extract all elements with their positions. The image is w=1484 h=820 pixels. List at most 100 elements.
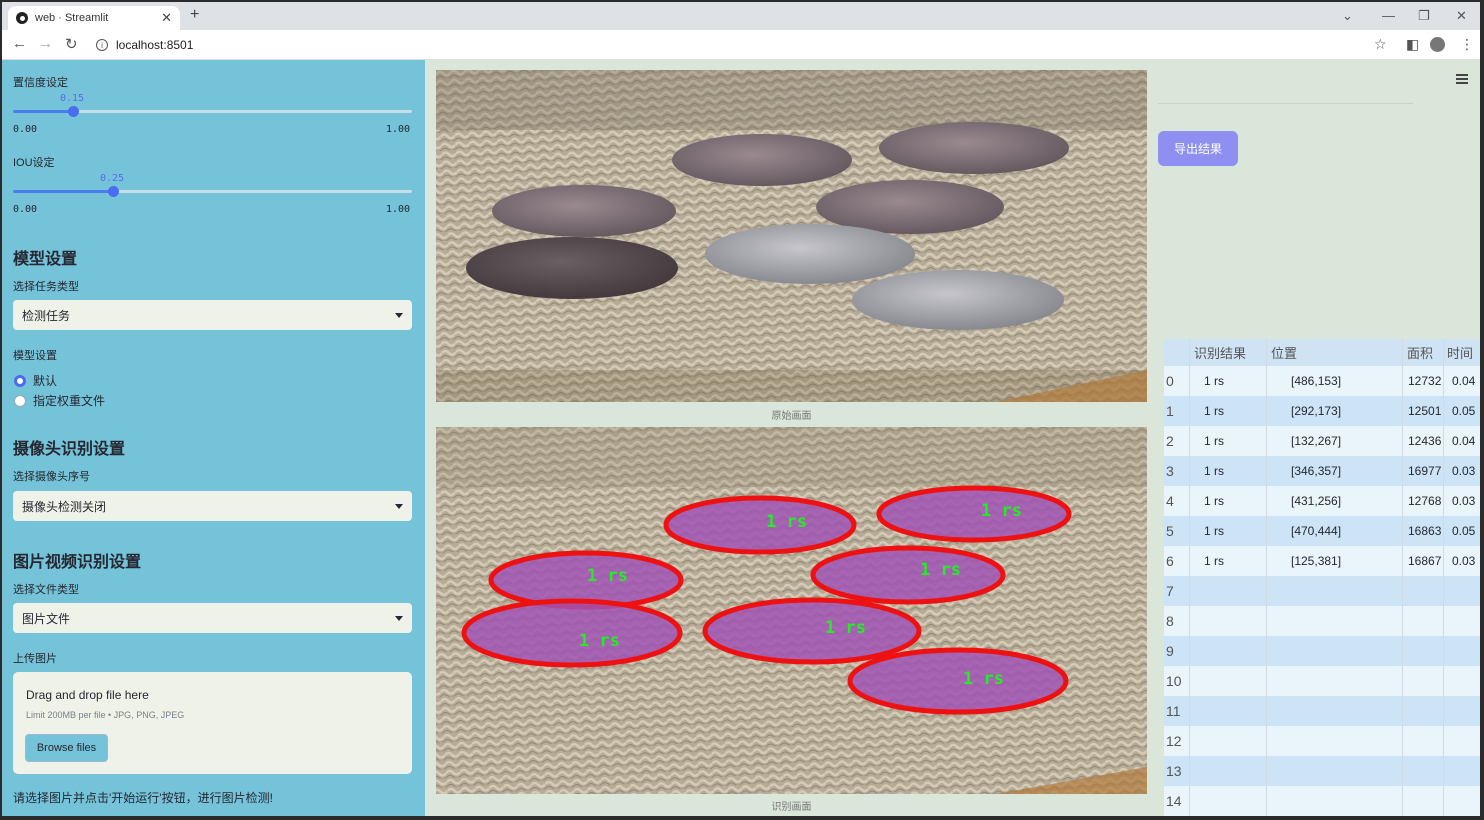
table-row[interactable]: 12 [1164, 726, 1480, 756]
detection-label: 1 rs [825, 618, 866, 638]
table-row[interactable]: 11 [1164, 696, 1480, 726]
table-row[interactable]: 7 [1164, 576, 1480, 606]
row-index: 12 [1166, 733, 1182, 749]
table-row[interactable]: 9 [1164, 636, 1480, 666]
table-row[interactable]: 2 1 rs [132,267] 12436 0.04 [1164, 426, 1480, 456]
cell-result: 1 rs [1204, 374, 1225, 388]
confidence-label: 置信度设定 [13, 77, 68, 89]
bookmark-star-icon[interactable]: ☆ [1374, 36, 1387, 53]
iou-slider-fill [13, 190, 113, 193]
radio-custom-label: 指定权重文件 [33, 394, 106, 408]
row-index: 13 [1166, 763, 1182, 779]
detection-box [810, 545, 1006, 605]
chevron-down-icon [395, 503, 403, 509]
tab-search-icon[interactable]: ⌄ [1342, 8, 1353, 24]
table-row[interactable]: 4 1 rs [431,256] 12768 0.03 [1164, 486, 1480, 516]
task-type-label: 选择任务类型 [13, 281, 79, 293]
table-row[interactable]: 10 [1164, 666, 1480, 696]
table-row[interactable]: 0 1 rs [486,153] 12732 0.04 [1164, 366, 1480, 396]
browser-menu-icon[interactable]: ⋮ [1460, 36, 1474, 53]
restore-icon[interactable]: ❐ [1418, 8, 1430, 24]
forward-icon[interactable]: → [38, 35, 53, 52]
minimize-icon[interactable]: — [1382, 8, 1395, 23]
header-area[interactable]: 面积 [1407, 339, 1433, 366]
confidence-slider[interactable] [13, 106, 412, 117]
camera-value: 摄像头检测关闭 [22, 499, 107, 514]
detection-box [876, 485, 1072, 543]
table-row[interactable]: 5 1 rs [470,444] 16863 0.05 [1164, 516, 1480, 546]
original-image-svg [436, 70, 1147, 402]
iou-value: 0.25 [100, 173, 125, 184]
divider [1158, 103, 1413, 104]
confidence-min: 0.00 [13, 124, 38, 135]
radio-default[interactable]: 默认 [14, 372, 57, 389]
back-icon[interactable]: ← [12, 35, 27, 52]
cell-area: 16977 [1408, 464, 1442, 478]
table-row[interactable]: 14 [1164, 786, 1480, 816]
detection-box [461, 598, 683, 668]
chevron-down-icon [395, 615, 403, 621]
hamburger-menu-icon[interactable] [1456, 74, 1468, 86]
radio-custom-weights[interactable]: 指定权重文件 [14, 392, 105, 409]
column-divider [1189, 339, 1190, 816]
results-table[interactable]: 识别结果 位置 面积 时间 01 rs [486,153] 12732 0.04 1 1 … [1164, 339, 1480, 816]
iou-label: IOU设定 [13, 157, 55, 169]
result-image: 1 rs 1 rs 1 rs 1 rs 1 rs 1 rs 1 rs [436, 427, 1147, 794]
table-header: 识别结果 位置 面积 时间 [1164, 339, 1480, 366]
confidence-value: 0.15 [60, 93, 85, 104]
file-type-select[interactable]: 图片文件 [13, 603, 412, 633]
row-index: 14 [1166, 793, 1182, 809]
side-panel-icon[interactable]: ◧ [1406, 36, 1419, 53]
close-tab-icon[interactable]: ✕ [161, 10, 172, 26]
confidence-slider-thumb[interactable] [68, 106, 79, 117]
task-type-value: 检测任务 [22, 308, 71, 323]
table-row[interactable]: 1 1 rs [292,173] 12501 0.05 [1164, 396, 1480, 426]
upload-label: 上传图片 [13, 653, 57, 665]
cell-result: 1 rs [1204, 494, 1225, 508]
row-index: 8 [1166, 613, 1174, 629]
result-image-svg: 1 rs 1 rs 1 rs 1 rs 1 rs 1 rs 1 rs [436, 427, 1147, 794]
cell-time: 0.05 [1452, 524, 1476, 538]
new-tab-icon[interactable]: + [190, 6, 199, 24]
cell-result: 1 rs [1204, 464, 1225, 478]
tab-bar: web · Streamlit ✕ + ⌄ — ❐ ✕ [2, 2, 1480, 30]
header-time[interactable]: 时间 [1447, 339, 1473, 366]
cell-time: 0.04 [1452, 374, 1476, 388]
main-content: 原始画面 1 rs 1 rs 1 rs 1 rs 1 rs 1 rs 1 rs … [425, 60, 1480, 816]
detection-box [847, 647, 1069, 715]
url-field[interactable]: i localhost:8501 [92, 34, 1392, 56]
tab-title: web · Streamlit [35, 12, 109, 24]
table-row[interactable]: 3 1 rs [346,357] 16977 0.03 [1164, 456, 1480, 486]
browser-window: web · Streamlit ✕ + ⌄ — ❐ ✕ ← → ↻ i loca… [2, 2, 1480, 816]
iou-slider[interactable] [13, 186, 412, 197]
cell-area: 12436 [1408, 434, 1442, 448]
column-divider [1443, 339, 1444, 816]
iou-slider-thumb[interactable] [108, 186, 119, 197]
site-info-icon[interactable]: i [96, 39, 108, 51]
browse-files-button[interactable]: Browse files [25, 734, 108, 762]
cell-time: 0.04 [1452, 434, 1476, 448]
task-type-select[interactable]: 检测任务 [13, 300, 412, 330]
export-results-button[interactable]: 导出结果 [1158, 131, 1238, 166]
cell-time: 0.03 [1452, 554, 1476, 568]
row-index: 3 [1166, 463, 1174, 479]
file-uploader[interactable]: Drag and drop file here Limit 200MB per … [13, 672, 412, 774]
cell-area: 16867 [1408, 554, 1442, 568]
cell-area: 16863 [1408, 524, 1442, 538]
table-row[interactable]: 13 [1164, 756, 1480, 786]
reload-icon[interactable]: ↻ [65, 35, 78, 53]
detection-label: 1 rs [920, 560, 961, 580]
cell-result: 1 rs [1204, 554, 1225, 568]
camera-select[interactable]: 摄像头检测关闭 [13, 491, 412, 521]
close-window-icon[interactable]: ✕ [1456, 8, 1467, 24]
cell-result: 1 rs [1204, 404, 1225, 418]
header-result[interactable]: 识别结果 [1194, 339, 1246, 366]
table-row[interactable]: 6 1 rs [125,381] 16867 0.03 [1164, 546, 1480, 576]
table-row[interactable]: 8 [1164, 606, 1480, 636]
original-image [436, 70, 1147, 402]
header-position[interactable]: 位置 [1271, 339, 1297, 366]
browser-tab[interactable]: web · Streamlit ✕ [8, 6, 180, 30]
profile-avatar-icon[interactable] [1430, 37, 1445, 52]
camera-index-label: 选择摄像头序号 [13, 471, 90, 483]
detection-label: 1 rs [963, 669, 1004, 689]
